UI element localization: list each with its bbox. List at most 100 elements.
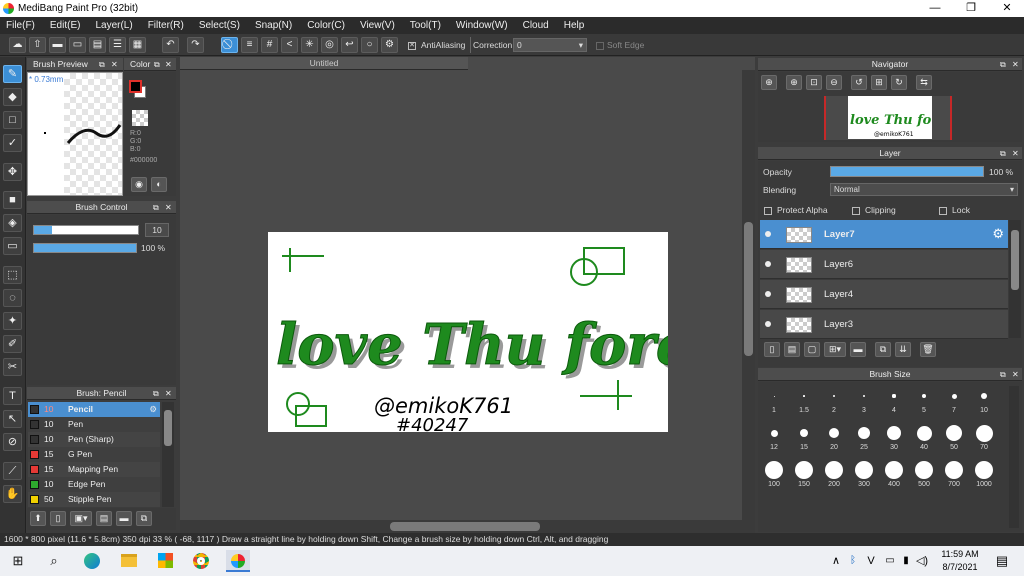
edge-icon[interactable] (80, 550, 104, 572)
dropper-tool-icon[interactable]: ⊘ (3, 433, 22, 451)
crisscross-snap-icon[interactable]: # (261, 37, 278, 53)
brush-list-item[interactable]: 10 Pencil ⚙ (28, 402, 160, 417)
panel-float-icon[interactable]: ⧉ (1000, 147, 1006, 160)
transparent-color-swatch[interactable] (132, 110, 148, 126)
menu-edit[interactable]: Edit(E) (50, 20, 81, 31)
parallel-snap-icon[interactable]: ≡ (241, 37, 258, 53)
clipping-checkbox[interactable] (852, 205, 860, 215)
brush-size-option[interactable] (800, 429, 808, 437)
brush-size-option[interactable] (945, 461, 963, 479)
correction-select[interactable]: 0 ▾ (513, 38, 587, 52)
redo-icon[interactable]: ↷ (187, 37, 204, 53)
menu-select[interactable]: Select(S) (199, 20, 240, 31)
zoom-plus-icon[interactable]: ⊕ (786, 75, 802, 90)
battery-icon[interactable]: ▮ (899, 550, 913, 572)
layer-row[interactable]: Layer4 (760, 280, 1008, 309)
explorer-icon[interactable] (117, 550, 141, 572)
panel-float-icon[interactable]: ⧉ (1000, 58, 1006, 71)
brush-duplicate-icon[interactable]: ⧉ (136, 511, 152, 526)
brush-size-option[interactable] (765, 461, 783, 479)
scrollbar-thumb[interactable] (164, 410, 172, 446)
panel-close-icon[interactable]: ✕ (165, 58, 172, 71)
grid-icon[interactable]: ▦ (129, 37, 146, 53)
brush-size-option[interactable] (858, 427, 870, 439)
horizontal-scroll-thumb[interactable] (390, 522, 540, 531)
brush-menu-icon[interactable]: ▣▾ (70, 511, 92, 526)
brush-size-option[interactable] (770, 429, 778, 437)
brush-size-option[interactable] (773, 395, 775, 397)
magic-wand-tool-icon[interactable]: ✦ (3, 312, 22, 330)
select-rect-tool-icon[interactable]: ⬚ (3, 266, 22, 284)
zoom-in-icon[interactable]: ⊕ (761, 75, 777, 90)
document-icon[interactable]: ▤ (89, 37, 106, 53)
network-icon[interactable]: ▭ (882, 550, 898, 572)
curve-snap-icon[interactable]: ↩ (341, 37, 358, 53)
panel-close-icon[interactable]: ✕ (1012, 58, 1019, 71)
document-canvas[interactable]: love Thu forever love Thu forever @emiko… (268, 232, 668, 432)
brush-size-value[interactable]: 10 (145, 223, 169, 237)
reset-rotation-icon[interactable]: ⊞ (871, 75, 887, 90)
protect-alpha-checkbox[interactable] (764, 205, 772, 215)
visibility-icon[interactable] (765, 261, 771, 267)
eraser-tool-icon[interactable]: ◆ (3, 88, 22, 106)
brush-list-item[interactable]: 15 Mapping Pen (28, 462, 160, 477)
menu-filter[interactable]: Filter(R) (148, 20, 184, 31)
panel-float-icon[interactable]: ⧉ (153, 201, 159, 214)
merge-layer-icon[interactable]: ⇊ (895, 342, 911, 357)
brush-list-item[interactable]: 10 Pen (Sharp) (28, 432, 160, 447)
clock-date[interactable]: 8/7/2021 (940, 562, 980, 572)
brush-opacity-slider[interactable] (33, 243, 137, 253)
brush-size-option[interactable] (795, 461, 813, 479)
new-halftone-layer-icon[interactable]: ▤ (784, 342, 800, 357)
concentric-snap-icon[interactable]: ◎ (321, 37, 338, 53)
zoom-out-icon[interactable]: ⊖ (826, 75, 842, 90)
brush-size-option[interactable] (829, 428, 839, 438)
navigator-viewport[interactable]: love Thu forever @emikoK761 (824, 96, 970, 140)
brush-size-option[interactable] (887, 426, 901, 440)
brush-size-option[interactable] (892, 394, 896, 398)
close-button[interactable]: ✕ (990, 0, 1024, 17)
volume-icon[interactable]: ◁) (914, 550, 930, 572)
brush-list-item[interactable]: 10 Pen (28, 417, 160, 432)
brush-size-option[interactable] (825, 461, 843, 479)
panel-close-icon[interactable]: ✕ (111, 58, 118, 71)
brush-size-option[interactable] (975, 424, 993, 442)
comment-icon[interactable]: ▬ (49, 37, 66, 53)
select-pen-tool-icon[interactable]: ✐ (3, 335, 22, 353)
brush-size-option[interactable] (922, 394, 926, 398)
move-tool-icon[interactable]: ✥ (3, 163, 22, 181)
gradient-tool-icon[interactable]: ▭ (3, 237, 22, 255)
hand-tool-icon[interactable]: ✋ (3, 485, 22, 503)
lock-checkbox[interactable] (939, 205, 947, 215)
document-tab[interactable]: Untitled (180, 57, 468, 70)
fill-rect-tool-icon[interactable]: ■ (3, 191, 22, 209)
rotate-right-icon[interactable]: ↻ (891, 75, 907, 90)
brush-size-option[interactable] (946, 425, 962, 441)
layer-opacity-slider[interactable] (830, 166, 984, 177)
store-icon[interactable] (153, 550, 177, 572)
panel-float-icon[interactable]: ⧉ (153, 387, 159, 400)
scrollbar-thumb[interactable] (1011, 230, 1019, 290)
panel-float-icon[interactable]: ⧉ (99, 58, 105, 71)
radial-snap-icon[interactable]: ✳ (301, 37, 318, 53)
notification-icon[interactable]: ▤ (990, 550, 1014, 572)
visibility-icon[interactable] (765, 321, 771, 327)
layer-row[interactable]: Layer3 (760, 310, 1008, 339)
visibility-icon[interactable] (765, 231, 771, 237)
chat-icon[interactable]: ▭ (69, 37, 86, 53)
brush-size-option[interactable] (975, 461, 993, 479)
list-icon[interactable]: ☰ (109, 37, 126, 53)
snap-off-icon[interactable]: ⃠ (221, 37, 238, 53)
canvas-vertical-scrollbar[interactable] (742, 70, 755, 522)
brush-size-option[interactable] (916, 425, 932, 441)
menu-color[interactable]: Color(C) (307, 20, 345, 31)
new-layer-icon[interactable]: ▯ (764, 342, 780, 357)
layer-row[interactable]: Layer6 (760, 250, 1008, 279)
new-brush-icon[interactable]: ▯ (50, 511, 66, 526)
add-layer-menu-icon[interactable]: ⊞▾ (824, 342, 846, 357)
menu-snap[interactable]: Snap(N) (255, 20, 292, 31)
menu-file[interactable]: File(F) (6, 20, 35, 31)
vanishing-point-icon[interactable]: < (281, 37, 298, 53)
fit-window-icon[interactable]: ⊡ (806, 75, 822, 90)
brush-list-item[interactable]: 50 Stipple Pen (28, 492, 160, 507)
